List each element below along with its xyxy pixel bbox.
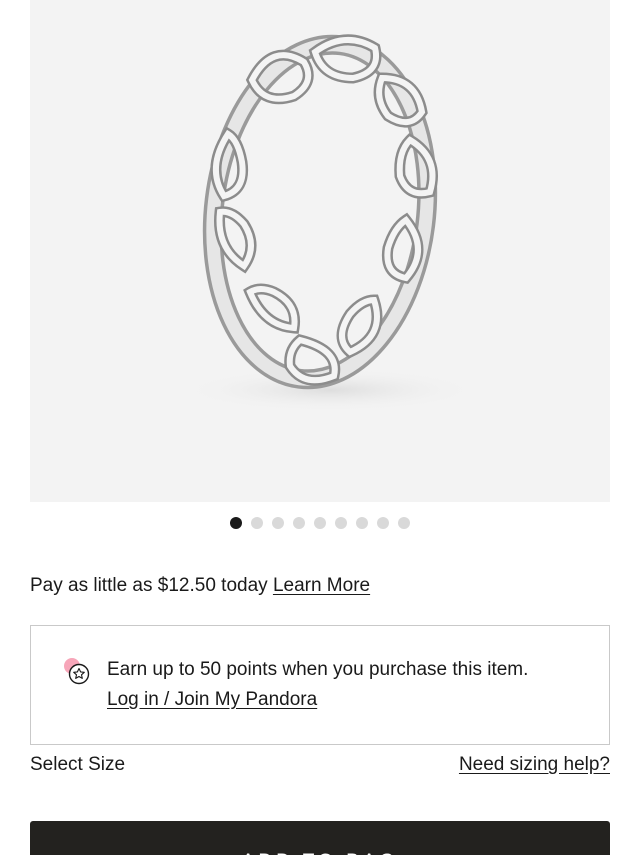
gallery-dot[interactable]	[335, 517, 347, 529]
add-to-bag-button[interactable]: ADD TO BAG	[30, 821, 610, 855]
product-image-gallery[interactable]	[30, 0, 610, 502]
loyalty-points-box: Earn up to 50 points when you purchase t…	[30, 625, 610, 745]
gallery-dot[interactable]	[251, 517, 263, 529]
gallery-dot[interactable]	[293, 517, 305, 529]
pay-later-text: Pay as little as $12.50 today	[30, 575, 268, 596]
loyalty-message: Earn up to 50 points when you purchase t…	[107, 659, 529, 680]
gallery-dot[interactable]	[398, 517, 410, 529]
gallery-dot[interactable]	[377, 517, 389, 529]
gallery-pagination	[0, 517, 640, 529]
pay-later-info: Pay as little as $12.50 today Learn More	[30, 575, 370, 597]
login-join-link[interactable]: Log in / Join My Pandora	[107, 689, 317, 711]
gallery-dot[interactable]	[356, 517, 368, 529]
learn-more-link[interactable]: Learn More	[273, 575, 370, 596]
chevron-right-icon[interactable]	[602, 204, 610, 248]
select-size-label: Select Size	[30, 754, 126, 775]
gallery-dot[interactable]	[272, 517, 284, 529]
size-row: Select Size Need sizing help?	[30, 754, 610, 776]
star-badge-icon	[64, 658, 90, 685]
gallery-dot[interactable]	[314, 517, 326, 529]
sizing-help-link[interactable]: Need sizing help?	[459, 754, 610, 776]
product-image	[180, 34, 480, 412]
gallery-dot[interactable]	[230, 517, 242, 529]
